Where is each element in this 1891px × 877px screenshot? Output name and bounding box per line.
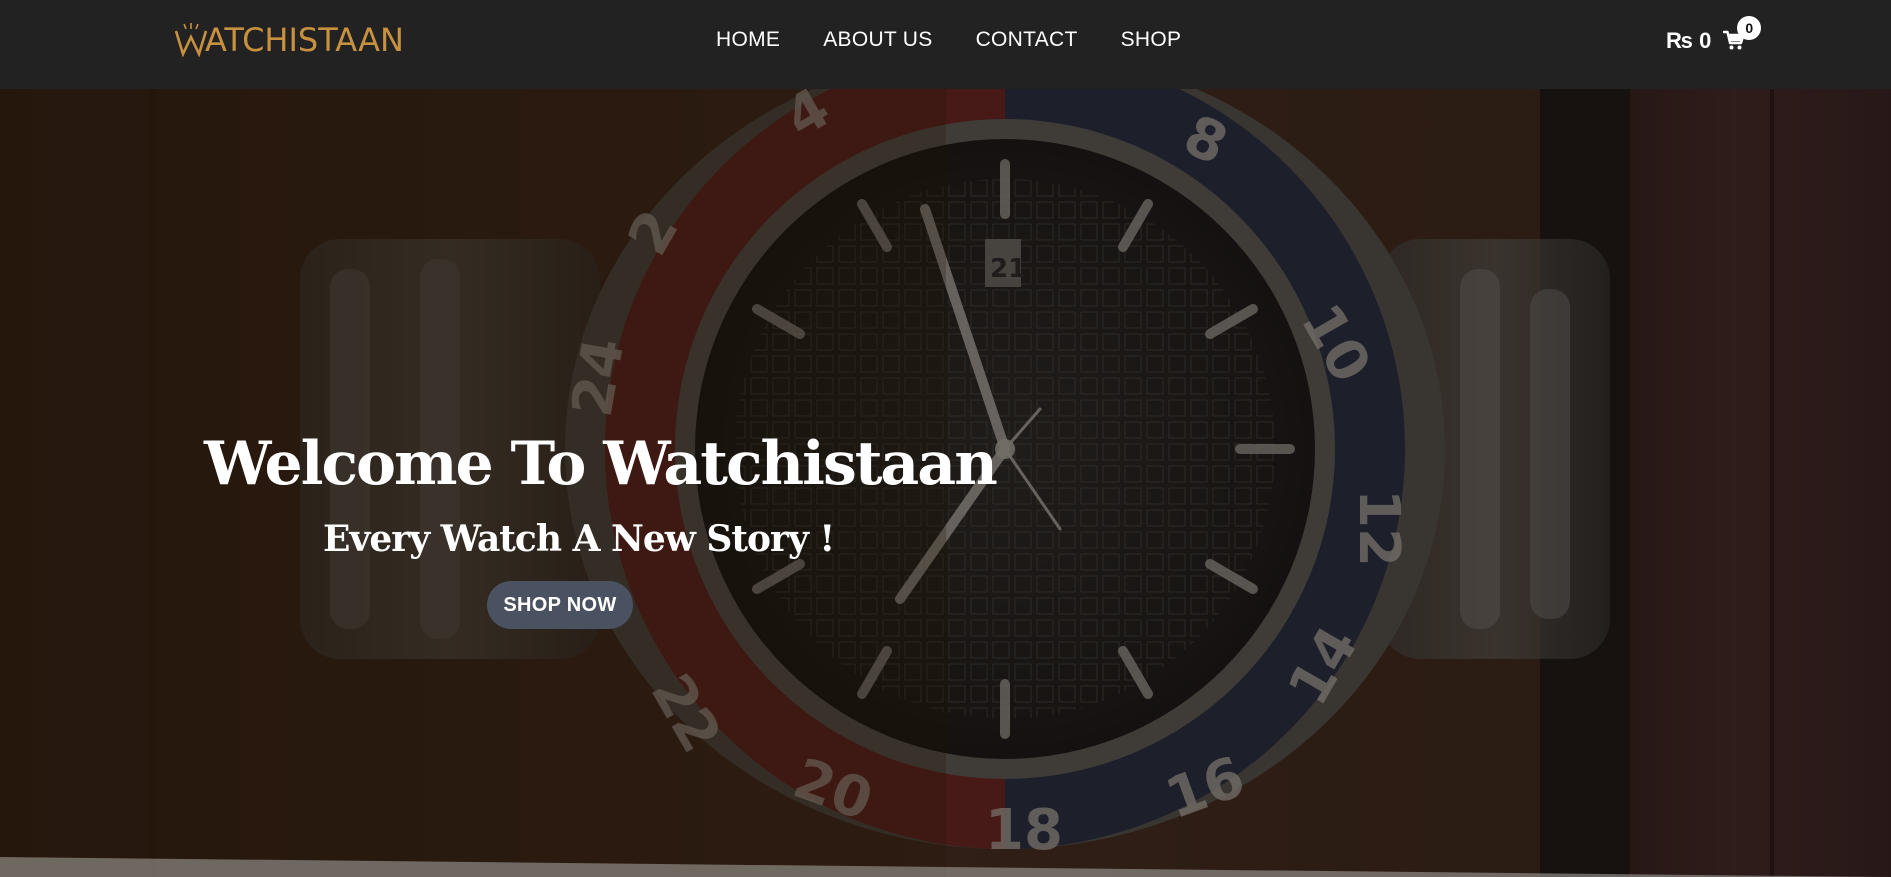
nav-home[interactable]: HOME (716, 28, 780, 54)
hero-subtitle: Every Watch A New Story ! (323, 518, 835, 560)
logo-w-mark-icon (175, 23, 207, 57)
nav-shop[interactable]: SHOP (1121, 28, 1182, 54)
hero-title: Welcome To Watchistaan (204, 429, 998, 499)
nav-contact[interactable]: CONTACT (976, 28, 1078, 54)
main-nav: HOME ABOUT US CONTACT SHOP (716, 28, 1224, 54)
logo-wordmark: ATCHISTAAN (205, 21, 404, 59)
cart-total[interactable]: ₨ 0 (1666, 28, 1711, 54)
site-header: ATCHISTAAN HOME ABOUT US CONTACT SHOP ₨ … (0, 0, 1891, 89)
cart-icon[interactable]: 0 (1723, 16, 1762, 53)
cart-area: ₨ 0 0 (1666, 16, 1762, 56)
nav-about-us[interactable]: ABOUT US (823, 28, 932, 54)
cart-count-badge: 0 (1737, 16, 1762, 40)
brand-logo[interactable]: ATCHISTAAN (175, 20, 404, 60)
hero-section: 18 16 14 12 10 8 20 22 24 2 4 (0, 89, 1891, 877)
shop-now-button[interactable]: SHOP NOW (487, 581, 633, 629)
